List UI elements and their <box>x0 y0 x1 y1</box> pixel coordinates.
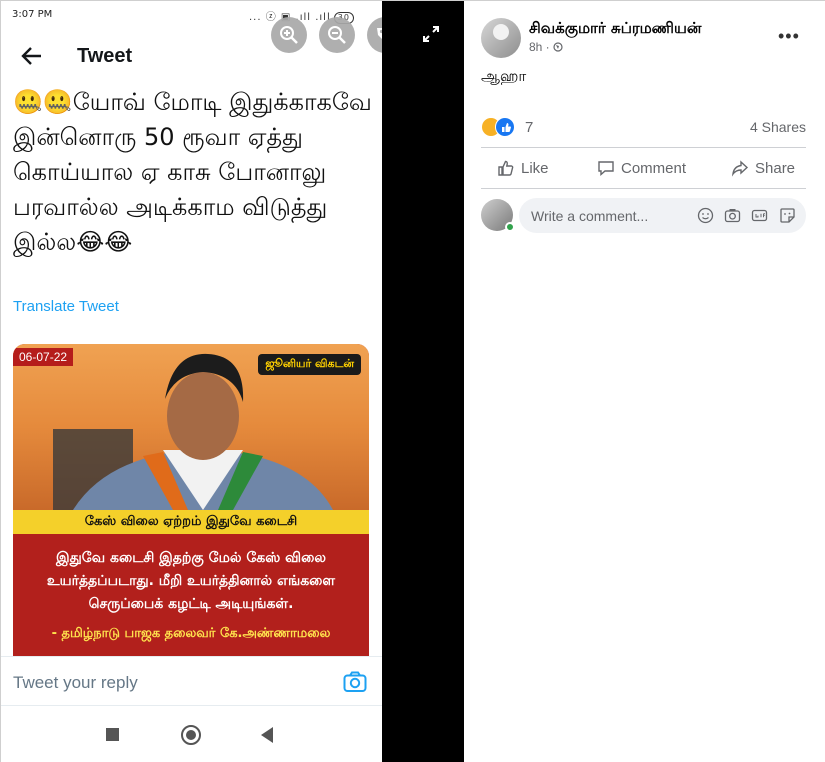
back-arrow-icon[interactable] <box>19 43 45 69</box>
reaction-count: 7 <box>525 119 534 136</box>
tweet-app-bar: Tweet <box>1 37 382 77</box>
news-author: - தமிழ்நாடு பாஜக தலைவர் கே.அண்ணாமலை <box>51 626 331 641</box>
recents-icon[interactable] <box>106 728 119 741</box>
reply-bar[interactable]: Tweet your reply <box>1 656 382 706</box>
globe-icon <box>553 42 563 52</box>
nav-back-icon[interactable] <box>261 727 273 743</box>
android-nav-bar <box>1 707 382 762</box>
author-avatar[interactable] <box>481 18 521 58</box>
status-time: 3:07 PM <box>12 9 53 20</box>
share-button[interactable]: Share <box>731 159 795 177</box>
comment-placeholder: Write a comment... <box>531 208 649 224</box>
like-label: Like <box>521 159 549 177</box>
date-badge: 06-07-22 <box>13 348 74 366</box>
brand-logo: ஜூனியர் விகடன் <box>258 354 361 375</box>
camera-icon[interactable] <box>343 671 367 693</box>
news-quote: இதுவே கடைசி இதற்கு மேல் கேஸ் விலை உயர்த்… <box>46 550 336 612</box>
phone-screen: 3:07 PM ... ⓩ ▣ .ıll .ıll30 Tweet 🤐🤐யோவ்… <box>1 1 382 762</box>
post-time[interactable]: 8h · <box>529 40 553 54</box>
share-icon <box>731 160 749 177</box>
comment-label: Comment <box>621 159 687 177</box>
emoji-icon[interactable] <box>697 207 714 224</box>
home-icon[interactable] <box>181 725 201 745</box>
news-card-image[interactable]: 06-07-22 ஜூனியர் விகடன் கேஸ் விலை ஏற்றம்… <box>13 344 369 656</box>
shares-count[interactable]: 4 Shares <box>750 119 806 135</box>
news-photo: 06-07-22 ஜூனியர் விகடன் <box>13 344 369 510</box>
post-text: ஆஹா <box>481 67 527 85</box>
translate-tweet-link[interactable]: Translate Tweet <box>13 298 119 315</box>
post-meta: 8h · <box>529 40 563 54</box>
sticker-icon[interactable] <box>779 207 796 224</box>
author-name[interactable]: சிவக்குமார் சுப்ரமணியன் <box>529 19 701 39</box>
page-title: Tweet <box>77 45 133 67</box>
share-label: Share <box>755 159 796 177</box>
thumbs-up-icon <box>498 160 514 176</box>
comment-input[interactable]: Write a comment... <box>519 198 806 233</box>
gif-icon[interactable] <box>751 207 768 224</box>
comment-button[interactable]: Comment <box>597 159 686 177</box>
post-actions: Like Comment Share <box>481 147 806 189</box>
reply-input[interactable]: Tweet your reply <box>13 673 138 693</box>
news-headline: கேஸ் விலை ஏற்றம் இதுவே கடைசி <box>13 510 369 534</box>
like-button[interactable]: Like <box>497 159 549 177</box>
expand-icon[interactable] <box>422 25 440 43</box>
online-status-dot <box>505 222 515 232</box>
black-divider <box>382 1 464 762</box>
tweet-text: 🤐🤐யோவ் மோடி இதுக்காகவே இன்னொரு 50 ரூவா ஏ… <box>13 88 372 256</box>
comment-icon <box>598 161 614 177</box>
facebook-post: சிவக்குமார் சுப்ரமணியன் 8h · ••• ஆஹா 7 4… <box>464 1 825 762</box>
like-reaction-icon <box>495 117 515 137</box>
screenshot-frame: 3:07 PM ... ⓩ ▣ .ıll .ıll30 Tweet 🤐🤐யோவ்… <box>0 0 825 762</box>
more-options-icon[interactable]: ••• <box>778 26 800 47</box>
photo-camera-icon[interactable] <box>724 207 741 224</box>
